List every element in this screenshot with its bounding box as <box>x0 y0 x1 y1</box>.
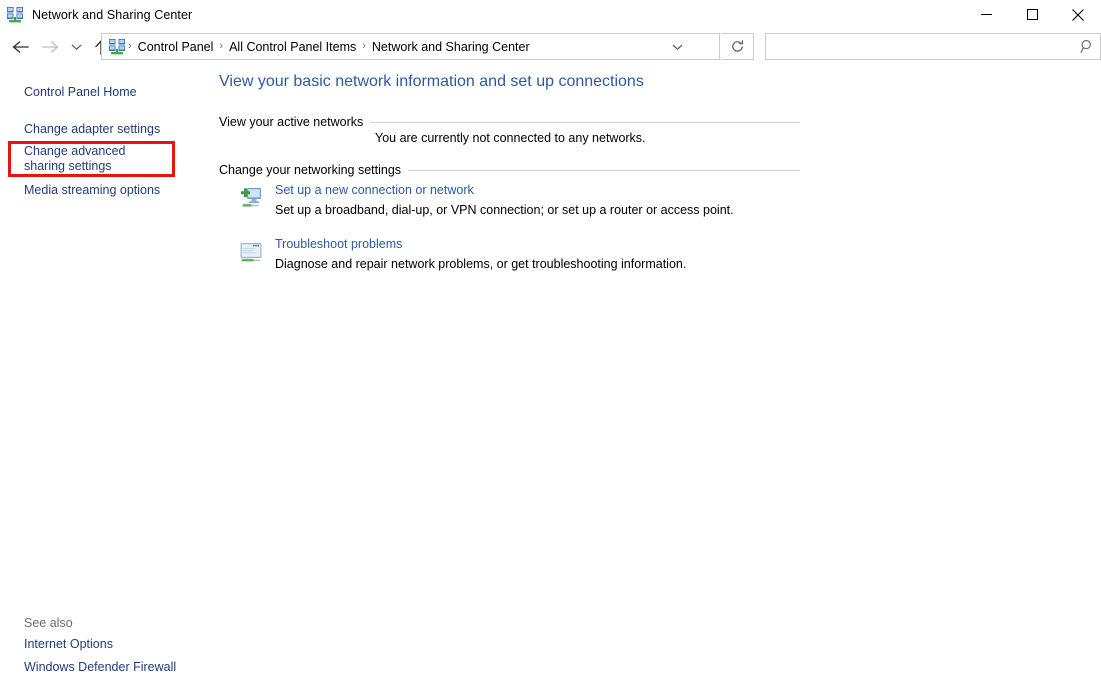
main-pane: View your basic network information and … <box>200 65 1101 682</box>
task-title-set-up-new-connection[interactable]: Set up a new connection or network <box>275 183 474 197</box>
section-heading-networking-settings: Change your networking settings <box>219 163 408 177</box>
network-sharing-icon <box>7 7 23 23</box>
search-input[interactable] <box>766 40 1074 54</box>
maximize-button[interactable] <box>1009 0 1055 29</box>
window-controls <box>963 0 1101 29</box>
task-title-troubleshoot-problems[interactable]: Troubleshoot problems <box>275 237 402 251</box>
task-description-troubleshoot-problems: Diagnose and repair network problems, or… <box>275 257 686 271</box>
back-button[interactable] <box>5 32 35 62</box>
address-bar[interactable]: › Control Panel › All Control Panel Item… <box>101 33 720 60</box>
section-heading-active-networks: View your active networks <box>219 115 370 129</box>
see-also-heading: See also <box>24 616 73 630</box>
breadcrumb-item-all-control-panel-items[interactable]: All Control Panel Items <box>224 40 361 54</box>
minimize-button[interactable] <box>963 0 1009 29</box>
sidebar-item-windows-defender-firewall[interactable]: Windows Defender Firewall <box>24 660 176 674</box>
title-bar: Network and Sharing Center <box>0 0 1101 29</box>
search-box[interactable] <box>765 33 1101 60</box>
breadcrumb-item-network-and-sharing-center[interactable]: Network and Sharing Center <box>367 40 535 54</box>
task-description-set-up-new-connection: Set up a broadband, dial-up, or VPN conn… <box>275 203 734 217</box>
breadcrumb-item-control-panel[interactable]: Control Panel <box>133 40 219 54</box>
content-area: Control Panel Home Change adapter settin… <box>0 65 1101 682</box>
forward-button[interactable] <box>35 32 65 62</box>
recent-locations-button[interactable] <box>65 32 87 62</box>
sidebar-item-internet-options[interactable]: Internet Options <box>24 637 113 651</box>
sidebar: Control Panel Home Change adapter settin… <box>0 65 200 682</box>
sidebar-item-change-advanced-sharing-settings[interactable]: Change advanced sharing settings <box>24 144 169 174</box>
refresh-button[interactable] <box>721 33 754 60</box>
sidebar-item-media-streaming-options[interactable]: Media streaming options <box>24 183 160 197</box>
window-title: Network and Sharing Center <box>32 8 192 22</box>
search-icon[interactable] <box>1074 34 1100 59</box>
close-button[interactable] <box>1055 0 1101 29</box>
page-title: View your basic network information and … <box>219 73 644 91</box>
new-connection-icon <box>239 186 263 210</box>
breadcrumb-network-icon <box>109 39 125 55</box>
sidebar-item-change-adapter-settings[interactable]: Change adapter settings <box>24 122 160 136</box>
chevron-down-icon[interactable] <box>665 34 690 59</box>
network-status-text: You are currently not connected to any n… <box>375 131 646 145</box>
sidebar-item-control-panel-home[interactable]: Control Panel Home <box>24 85 137 99</box>
troubleshoot-icon <box>239 240 263 264</box>
